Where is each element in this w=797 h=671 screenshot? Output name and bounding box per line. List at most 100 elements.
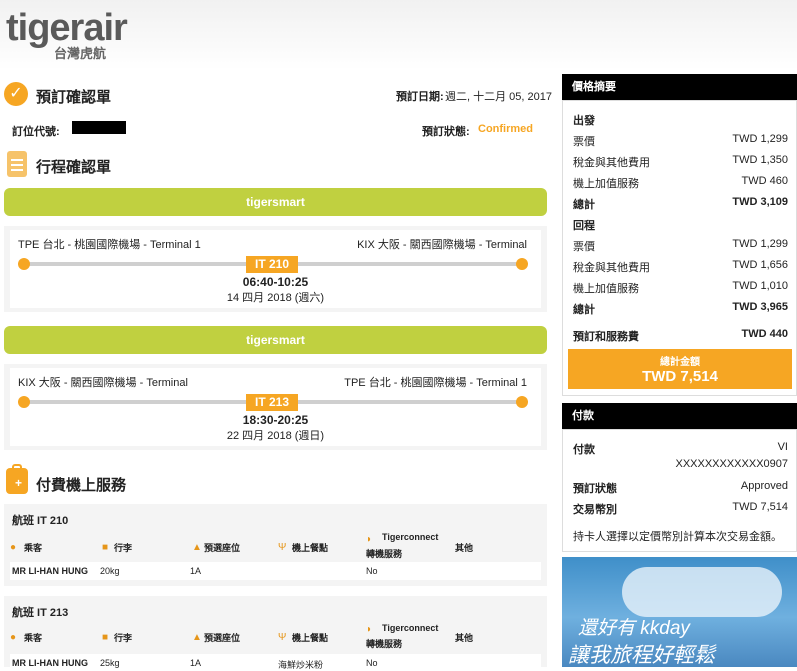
- payment-status-value: Approved: [740, 480, 788, 492]
- row-label: 稅金與其他費用: [573, 262, 650, 274]
- header-tigerconnect: Tigerconnect: [382, 532, 439, 542]
- service-block-it210: 航班 IT 210 ● 乘客 ■ 行李 ▲ 預選座位 Ψ 機上餐點 ◗ Tige…: [4, 504, 547, 586]
- row-value: TWD 3,965: [732, 301, 788, 313]
- cell-baggage: 20kg: [100, 566, 120, 576]
- table-row: MR LI-HAN HUNG 25kg 1A 海鮮炒米粉 No: [10, 654, 541, 670]
- booking-status-value: Confirmed: [478, 123, 533, 135]
- header-meal: 機上餐點: [292, 543, 329, 553]
- flight-2-time: 18:30-20:25: [242, 413, 309, 427]
- cell-meal: 海鮮炒米粉: [278, 660, 324, 670]
- row-value: TWD 460: [741, 175, 788, 187]
- services-title: 付費機上服務: [36, 477, 127, 494]
- booking-code-label: 訂位代號:: [12, 126, 60, 138]
- baggage-icon: ■: [102, 542, 109, 553]
- flight-2-number: IT 213: [246, 394, 298, 411]
- cloud-graphic: [622, 567, 782, 617]
- flight-2-destination-dot: [516, 396, 528, 408]
- outbound-tax-row: 稅金與其他費用 TWD 1,350: [573, 154, 788, 170]
- return-addon-row: 機上加值服務 TWD 1,010: [573, 280, 788, 296]
- tigerconnect-icon: ◗: [366, 534, 373, 545]
- seat-icon: ▲: [192, 542, 202, 553]
- flight-1-time: 06:40-10:25: [242, 275, 309, 289]
- payment-currency-value: TWD 7,514: [732, 501, 788, 513]
- outbound-addon-row: 機上加值服務 TWD 460: [573, 175, 788, 191]
- payment-header: 付款: [562, 403, 797, 429]
- return-fare-row: 票價 TWD 1,299: [573, 238, 788, 254]
- flight-1-card: TPE 台北 - 桃園國際機場 - Terminal 1 KIX 大阪 - 關西…: [4, 226, 547, 312]
- header-baggage: 行李: [114, 543, 133, 553]
- outbound-total-row: 總計 TWD 3,109: [573, 196, 788, 212]
- header-passenger: 乘客: [24, 633, 43, 643]
- row-label: 預訂和服務費: [573, 331, 639, 343]
- flight-2-origin-dot: [18, 396, 30, 408]
- flight-2-card: KIX 大阪 - 關西國際機場 - Terminal TPE 台北 - 桃園國際…: [4, 364, 547, 450]
- row-label: 機上加值服務: [573, 283, 639, 295]
- meal-icon: Ψ: [278, 632, 287, 643]
- row-value: TWD 3,109: [732, 196, 788, 208]
- flight-1-date: 14 四月 2018 (週六): [226, 292, 325, 304]
- payment-method-value: VI: [777, 441, 788, 453]
- baggage-icon: ■: [102, 632, 109, 643]
- booking-date-label: 預訂日期:: [396, 91, 444, 103]
- flight-1-origin-dot: [18, 258, 30, 270]
- service-flight-title: 航班 IT 210: [12, 515, 69, 527]
- payment-note: 持卡人選擇以定價幣別計算本次交易金額。: [573, 531, 782, 543]
- header-other: 其他: [455, 543, 474, 553]
- header-baggage: 行李: [114, 633, 133, 643]
- seat-icon: ▲: [192, 632, 202, 643]
- table-row: MR LI-HAN HUNG 20kg 1A No: [10, 562, 541, 580]
- meal-icon: Ψ: [278, 542, 287, 553]
- header-transfer: 轉機服務: [366, 549, 403, 559]
- row-value: TWD 1,299: [732, 238, 788, 250]
- cell-tigerconnect: No: [366, 566, 378, 576]
- clipboard-icon: [7, 151, 27, 177]
- cell-passenger: MR LI-HAN HUNG: [12, 566, 88, 576]
- header-seat: 預選座位: [204, 633, 241, 643]
- flight-1-destination-dot: [516, 258, 528, 270]
- flight-1-brand-bar: tigersmart: [4, 188, 547, 216]
- service-block-it213: 航班 IT 213 ● 乘客 ■ 行李 ▲ 預選座位 Ψ 機上餐點 ◗ Tige…: [4, 596, 547, 670]
- flight-2-date: 22 四月 2018 (週日): [226, 430, 325, 442]
- booking-date-value: 週二, 十二月 05, 2017: [445, 91, 552, 103]
- row-label: 總計: [573, 304, 595, 316]
- kkday-ad-banner[interactable]: 還好有 kkday 讓我旅程好輕鬆: [562, 557, 797, 667]
- row-label: 票價: [573, 136, 595, 148]
- row-value: TWD 1,299: [732, 133, 788, 145]
- row-label: 票價: [573, 241, 595, 253]
- return-total-row: 總計 TWD 3,965: [573, 301, 788, 317]
- header-meal: 機上餐點: [292, 633, 329, 643]
- row-value: TWD 1,010: [732, 280, 788, 292]
- passenger-icon: ●: [10, 542, 17, 553]
- flight-2-origin: KIX 大阪 - 關西國際機場 - Terminal: [18, 377, 188, 389]
- price-summary-header: 價格摘要: [562, 74, 797, 100]
- flight-2-destination: TPE 台北 - 桃園國際機場 - Terminal 1: [344, 377, 527, 389]
- outbound-fare-row: 票價 TWD 1,299: [573, 133, 788, 149]
- return-tax-row: 稅金與其他費用 TWD 1,656: [573, 259, 788, 275]
- tigerconnect-icon: ◗: [366, 624, 373, 635]
- header-passenger: 乘客: [24, 543, 43, 553]
- header-other: 其他: [455, 633, 474, 643]
- grand-total-value: TWD 7,514: [642, 368, 718, 385]
- outbound-label: 出發: [573, 115, 595, 127]
- itinerary-title: 行程確認單: [36, 159, 112, 176]
- luggage-icon: +: [6, 464, 28, 494]
- header-seat: 預選座位: [204, 543, 241, 553]
- grand-total-label: 總計金額: [660, 357, 700, 368]
- row-value: TWD 440: [741, 328, 788, 340]
- header-tigerconnect: Tigerconnect: [382, 623, 439, 633]
- passenger-icon: ●: [10, 632, 17, 643]
- flight-1-destination: KIX 大阪 - 關西國際機場 - Terminal: [357, 239, 527, 251]
- site-header: tigerair 台灣虎航: [0, 0, 797, 70]
- payment-card-number: XXXXXXXXXXXX0907: [675, 458, 788, 470]
- check-circle-icon: ✓: [4, 82, 28, 106]
- logo-wordmark: tigerair: [6, 7, 128, 49]
- tigerair-logo[interactable]: tigerair 台灣虎航: [6, 7, 128, 61]
- row-value: TWD 1,656: [732, 259, 788, 271]
- row-value: TWD 1,350: [732, 154, 788, 166]
- return-label: 回程: [573, 220, 595, 232]
- payment-panel: 付款 VI XXXXXXXXXXXX0907 預訂狀態 Approved 交易幣…: [562, 429, 797, 552]
- logo-subtitle: 台灣虎航: [54, 46, 107, 61]
- row-label: 機上加值服務: [573, 178, 639, 190]
- flight-2-brand-bar: tigersmart: [4, 326, 547, 354]
- row-label: 稅金與其他費用: [573, 157, 650, 169]
